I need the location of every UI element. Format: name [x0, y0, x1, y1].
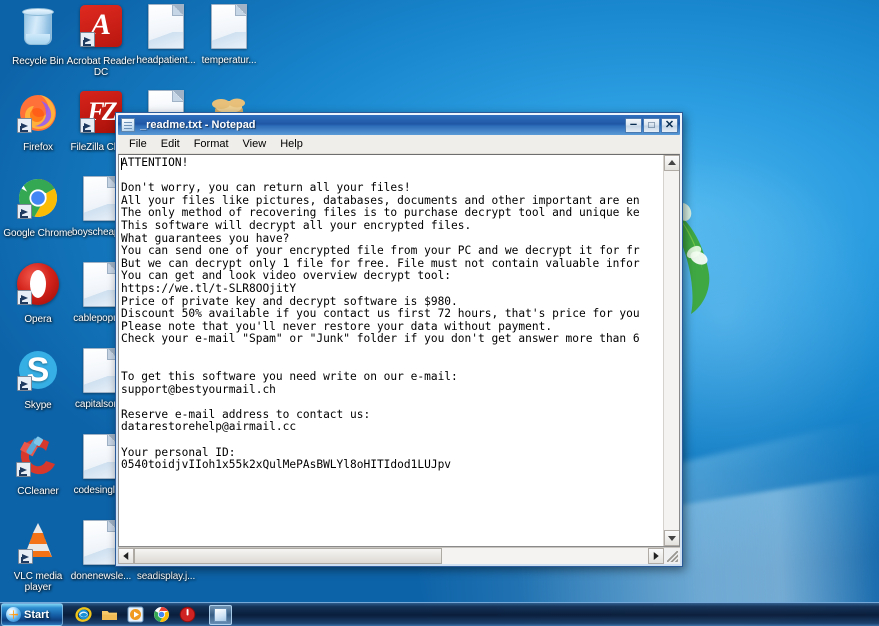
desktop-icon-label: VLC media player — [13, 571, 63, 593]
desktop-icon-label: seadisplay.j... — [136, 571, 196, 582]
desktop-icon-label: temperatur... — [201, 55, 257, 66]
desktop-icon-label: Skype — [24, 400, 52, 411]
maximize-button[interactable]: □ — [643, 117, 660, 133]
notepad-document-icon — [214, 607, 227, 622]
windows-explorer-icon[interactable] — [101, 606, 118, 623]
desktop-icon-label: Recycle Bin — [12, 56, 64, 67]
scroll-up-icon[interactable] — [664, 155, 679, 171]
vertical-scroll-track[interactable] — [664, 171, 679, 530]
desktop-icon-label: headpatient... — [136, 55, 196, 66]
desktop-icon-label: CCleaner — [17, 486, 59, 497]
horizontal-scrollbar[interactable] — [118, 547, 680, 564]
text-file-icon — [142, 4, 190, 52]
menu-item-format[interactable]: Format — [187, 136, 236, 152]
opera-icon — [14, 263, 62, 311]
windows-orb-icon — [6, 607, 21, 622]
desktop-icon-recycle-bin[interactable]: Recycle Bin — [2, 2, 74, 67]
desktop-icon-firefox[interactable]: Firefox — [2, 88, 74, 153]
vertical-scrollbar[interactable] — [663, 155, 679, 546]
desktop-icon-label: Google Chrome — [3, 228, 73, 239]
google-chrome-icon — [14, 177, 62, 225]
maximize-icon: □ — [648, 119, 655, 131]
quick-launch-bar[interactable] — [75, 604, 196, 626]
skype-icon: S — [14, 349, 62, 397]
menu-item-file[interactable]: File — [122, 136, 154, 152]
desktop-icon-ccleaner[interactable]: CCleaner — [2, 432, 74, 497]
window-resize-grip[interactable] — [664, 548, 680, 564]
desktop-icon-label: Opera — [24, 314, 52, 325]
desktop-icon-google-chrome[interactable]: Google Chrome — [2, 174, 74, 239]
desktop[interactable]: Recycle Bin A Acrobat Reader DC headpati… — [0, 0, 879, 626]
ccleaner-icon — [14, 435, 62, 483]
desktop-icon-vlc-media-player[interactable]: VLC media player — [2, 518, 74, 593]
desktop-icon-headpatient-file[interactable]: headpatient... — [130, 2, 202, 66]
desktop-icon-skype[interactable]: S Skype — [2, 346, 74, 411]
notepad-frame: _readme.txt - Notepad – □ ✕ File Edit Fo… — [116, 113, 682, 566]
scroll-right-icon[interactable] — [648, 548, 664, 564]
notepad-titlebar[interactable]: _readme.txt - Notepad – □ ✕ — [118, 115, 680, 135]
start-button-label: Start — [24, 608, 50, 621]
google-chrome-icon[interactable] — [153, 606, 170, 623]
minimize-icon: – — [629, 115, 638, 131]
ransom-note-text[interactable]: ATTENTION! Don't worry, you can return a… — [119, 155, 663, 546]
scroll-left-icon[interactable] — [118, 548, 134, 564]
firefox-icon — [14, 91, 62, 139]
minimize-button[interactable]: – — [625, 115, 642, 133]
windows-media-player-icon[interactable] — [127, 606, 144, 623]
notepad-document-icon — [121, 118, 135, 132]
menu-item-help[interactable]: Help — [273, 136, 310, 152]
horizontal-scroll-track[interactable] — [134, 548, 648, 564]
internet-explorer-icon[interactable] — [75, 606, 92, 623]
power-shutdown-icon[interactable] — [179, 606, 196, 623]
desktop-icon-temperature-file[interactable]: temperatur... — [193, 2, 265, 66]
window-title: _readme.txt - Notepad — [140, 119, 256, 131]
menu-item-view[interactable]: View — [236, 136, 274, 152]
recycle-bin-icon — [14, 5, 62, 53]
text-caret — [121, 158, 122, 170]
close-icon: ✕ — [664, 118, 675, 131]
taskbar[interactable]: Start — [0, 602, 879, 626]
desktop-icon-label: Acrobat Reader DC — [66, 56, 136, 78]
horizontal-scroll-thumb[interactable] — [134, 548, 443, 564]
notepad-window[interactable]: _readme.txt - Notepad – □ ✕ File Edit Fo… — [115, 112, 683, 567]
scroll-down-icon[interactable] — [664, 530, 679, 546]
desktop-icon-acrobat-reader[interactable]: A Acrobat Reader DC — [65, 2, 137, 78]
taskbar-window-button-notepad[interactable] — [209, 604, 232, 625]
close-button[interactable]: ✕ — [661, 117, 678, 133]
menu-item-edit[interactable]: Edit — [154, 136, 187, 152]
desktop-icon-label: donenewsle... — [70, 571, 132, 582]
desktop-icon-opera[interactable]: Opera — [2, 260, 74, 325]
start-button[interactable]: Start — [1, 603, 63, 626]
notepad-text-area-container[interactable]: ATTENTION! Don't worry, you can return a… — [118, 154, 680, 547]
text-file-icon — [205, 4, 253, 52]
vlc-media-player-icon — [14, 520, 62, 568]
notepad-menubar[interactable]: File Edit Format View Help — [118, 135, 680, 154]
desktop-icon-label: Firefox — [23, 142, 53, 153]
acrobat-reader-icon: A — [77, 5, 125, 53]
